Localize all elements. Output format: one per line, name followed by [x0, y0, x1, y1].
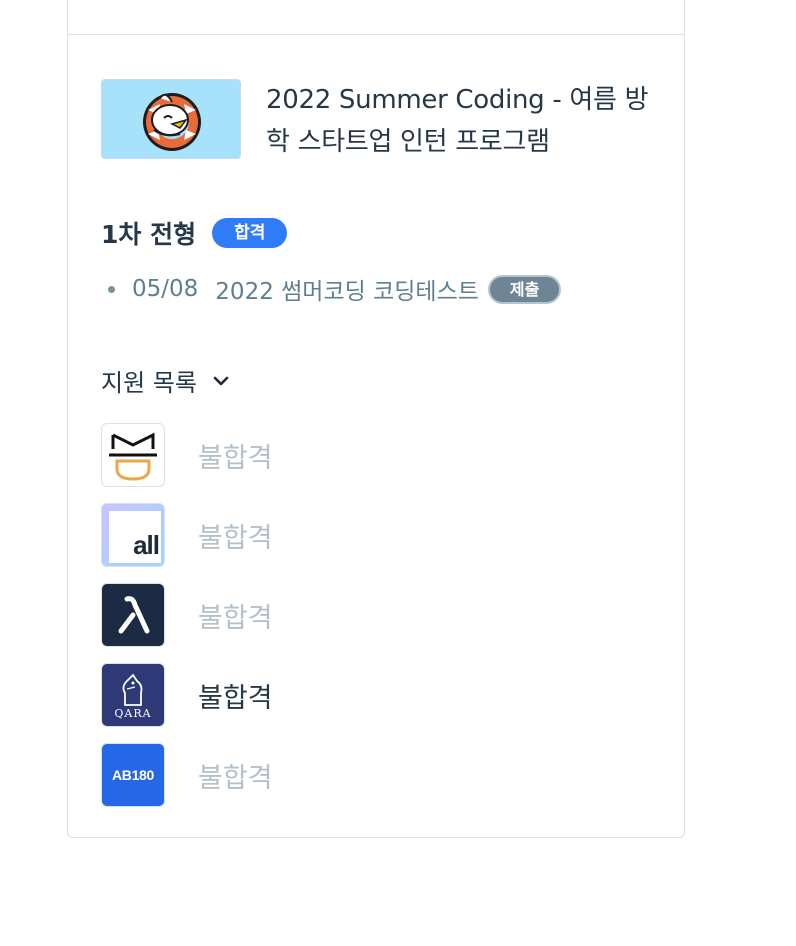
- applications-header-label: 지원 목록: [101, 369, 197, 397]
- stage-header: 1차 전형 합격: [101, 215, 288, 251]
- applications-list: 불합격 all 불합격 불합격 QARA 불합격 AB180 불합격: [101, 423, 273, 823]
- application-status: 불합격: [198, 762, 273, 794]
- submit-status-badge: 제출: [487, 274, 562, 304]
- md-logo-icon: [101, 423, 165, 487]
- program-header[interactable]: 2022 Summer Coding - 여름 방학 스타트업 인턴 프로그램: [101, 79, 656, 163]
- all-logo-icon: all: [101, 503, 165, 567]
- application-item[interactable]: 불합격: [101, 423, 273, 487]
- application-item[interactable]: QARA 불합격: [101, 663, 273, 727]
- ab180-logo-icon: AB180: [101, 743, 165, 807]
- chevron-down-icon: [213, 376, 229, 385]
- ab180-logo-text: AB180: [111, 767, 155, 783]
- applications-toggle[interactable]: 지원 목록: [101, 363, 231, 398]
- divider: [68, 34, 684, 35]
- bullet-icon: [108, 285, 115, 293]
- qara-logo-text: QARA: [114, 706, 152, 720]
- all-logo-text: all: [133, 530, 160, 560]
- application-status: 불합격: [198, 682, 273, 714]
- application-card: 2022 Summer Coding - 여름 방학 스타트업 인턴 프로그램 …: [67, 0, 685, 838]
- stage-title: 1차 전형: [101, 220, 197, 249]
- application-item[interactable]: AB180 불합격: [101, 743, 273, 807]
- program-title[interactable]: 2022 Summer Coding - 여름 방학 스타트업 인턴 프로그램: [266, 79, 656, 163]
- application-status: 불합격: [198, 602, 273, 634]
- pass-badge: 합격: [212, 218, 288, 248]
- application-item[interactable]: all 불합격: [101, 503, 273, 567]
- lambda-logo-icon: [101, 583, 165, 647]
- test-name[interactable]: 2022 썸머코딩 코딩테스트: [215, 272, 479, 306]
- seagull-mascot-icon: [143, 93, 201, 151]
- test-list-item[interactable]: 05/08 2022 썸머코딩 코딩테스트 제출: [108, 272, 562, 306]
- application-status: 불합격: [198, 442, 273, 474]
- test-date: 05/08: [132, 276, 199, 302]
- qara-logo-icon: QARA: [101, 663, 165, 727]
- program-thumbnail[interactable]: [101, 79, 241, 159]
- application-item[interactable]: 불합격: [101, 583, 273, 647]
- application-status: 불합격: [198, 522, 273, 554]
